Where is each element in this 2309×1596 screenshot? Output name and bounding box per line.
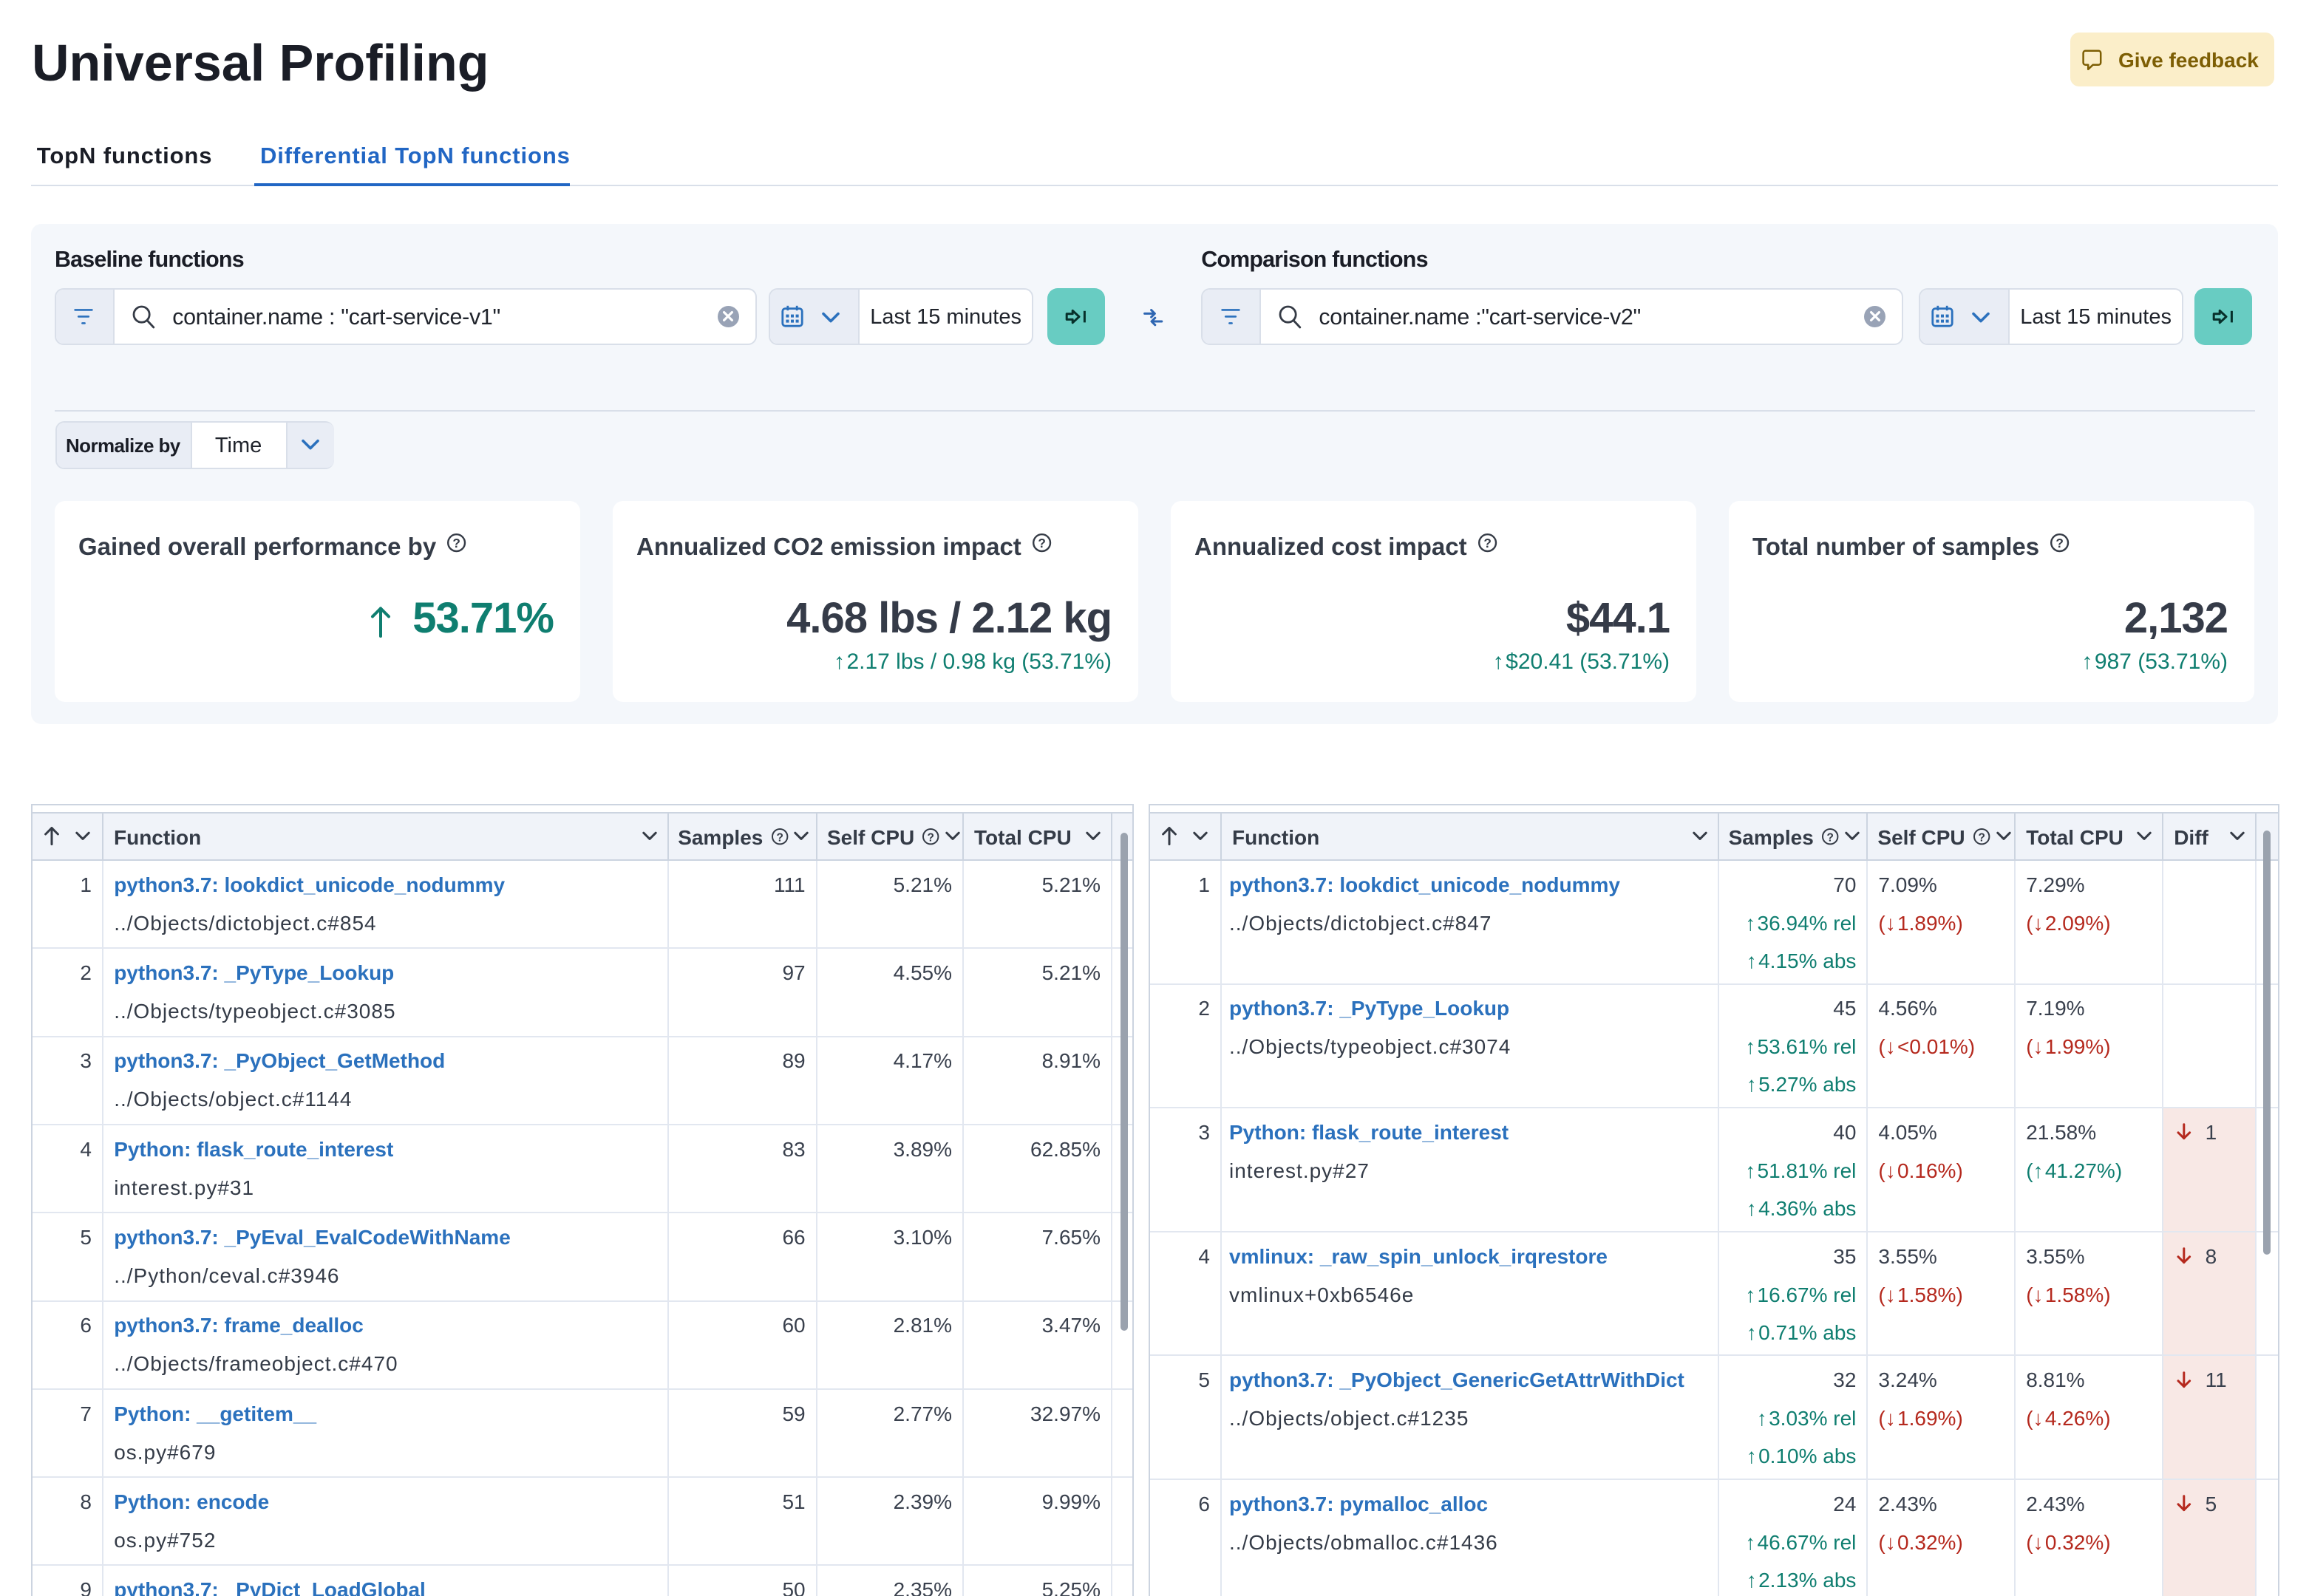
svg-text:?: ? [776,832,783,845]
svg-text:?: ? [2056,536,2064,550]
svg-text:?: ? [1826,832,1833,845]
svg-text:?: ? [928,832,934,845]
svg-text:?: ? [453,536,461,550]
svg-text:?: ? [1038,536,1046,550]
svg-text:?: ? [1483,536,1492,550]
svg-text:?: ? [1978,832,1985,845]
